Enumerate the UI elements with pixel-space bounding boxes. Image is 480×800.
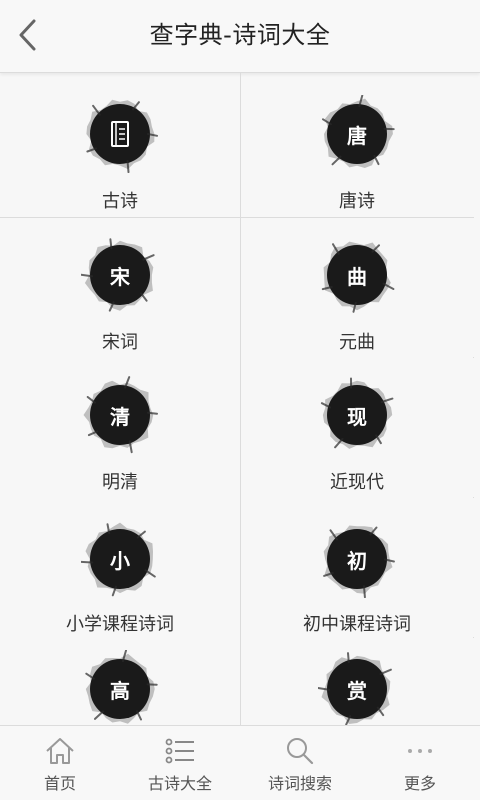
qu-ink-icon: 曲 [318,236,396,314]
gao-ink-icon: 高 [81,650,159,726]
app-window: 查字典-诗词大全 古诗 唐 唐诗 宋 宋词 曲 元曲 清 明清 现 近现代 小 … [0,0,480,800]
search-icon [287,738,314,765]
category-yuanqu[interactable]: 曲 元曲 [241,218,473,358]
category-label: 宋词 [102,332,138,353]
home-icon [46,738,74,764]
tang-ink-icon: 唐 [318,95,396,173]
bottom-tab-bar: 首页 古诗大全 诗词搜索 更多 [0,725,480,800]
category-grid: 古诗 唐 唐诗 宋 宋词 曲 元曲 清 明清 现 近现代 小 小学课程诗词 初 … [0,73,480,726]
tab-more[interactable]: 更多 [360,726,480,800]
tab-label: 诗词搜索 [267,774,332,793]
page-title: 查字典-诗词大全 [149,21,331,49]
category-xiaoxue[interactable]: 小 小学课程诗词 [0,498,240,638]
category-gushi[interactable]: 古诗 [0,77,240,217]
category-mingqing[interactable]: 清 明清 [0,358,240,498]
category-tangshi[interactable]: 唐 唐诗 [241,77,473,217]
tab-gushi-daquan[interactable]: 古诗大全 [120,726,240,800]
chu-ink-icon: 初 [318,520,396,598]
list-icon [165,738,194,764]
tab-label: 古诗大全 [147,774,212,793]
tab-home[interactable]: 首页 [0,726,120,800]
shang-ink-icon: 赏 [318,650,396,726]
category-gaozhong[interactable]: 高 [0,638,240,726]
category-label: 唐诗 [339,191,375,212]
header-bar: 查字典-诗词大全 [0,0,480,73]
category-label: 明清 [102,472,138,493]
category-chuzhong[interactable]: 初 初中课程诗词 [241,498,473,638]
category-songci[interactable]: 宋 宋词 [0,218,240,358]
category-shangxi[interactable]: 赏 [241,638,473,726]
song-ink-icon: 宋 [81,236,159,314]
xian-ink-icon: 现 [318,376,396,454]
category-label: 小学课程诗词 [66,614,174,635]
tab-label: 首页 [43,774,76,793]
category-label: 古诗 [102,191,138,212]
category-jinxiandai[interactable]: 现 近现代 [241,358,473,498]
category-label: 元曲 [339,332,375,353]
qing-ink-icon: 清 [81,376,159,454]
xiao-ink-icon: 小 [81,520,159,598]
category-label: 近现代 [330,472,384,493]
category-label: 初中课程诗词 [303,614,411,635]
tab-label: 更多 [403,774,436,793]
more-dots-icon [408,749,432,753]
book-icon [81,95,159,173]
tab-search[interactable]: 诗词搜索 [240,726,360,800]
